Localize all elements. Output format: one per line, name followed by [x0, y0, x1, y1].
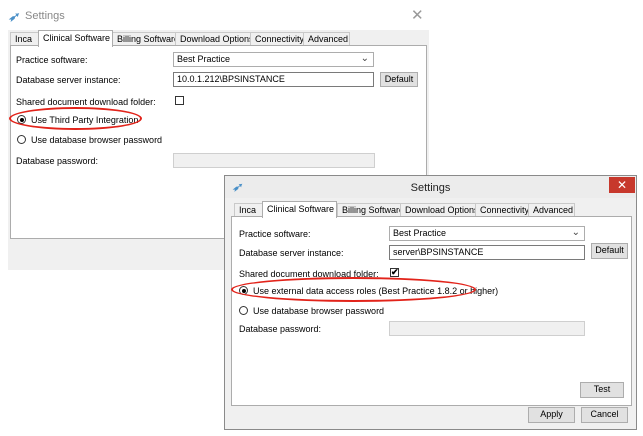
db-password-input: [389, 321, 585, 336]
tab-inca[interactable]: Inca: [234, 203, 263, 217]
shared-folder-checkbox[interactable]: ✔: [390, 268, 399, 277]
browser-password-label[interactable]: Use database browser password: [31, 135, 162, 145]
close-icon: ✕: [616, 178, 628, 192]
tab-strip: Inca Clinical Software Billing Software …: [234, 201, 629, 218]
title-bar: [0, 0, 437, 30]
window-title: Settings: [25, 10, 65, 22]
browser-password-radio[interactable]: [17, 135, 26, 144]
browser-password-label[interactable]: Use database browser password: [253, 306, 384, 316]
db-instance-label: Database server instance:: [16, 75, 121, 85]
chevron-down-icon: ⌄: [360, 53, 369, 64]
practice-software-select[interactable]: Best Practice ⌄: [173, 52, 374, 67]
window-title: Settings: [410, 182, 451, 194]
db-password-label: Database password:: [239, 324, 322, 334]
highlight-ellipse: [231, 277, 476, 302]
practice-software-value: Best Practice: [177, 54, 231, 64]
test-button[interactable]: Test: [580, 382, 624, 398]
db-instance-input[interactable]: server\BPSINSTANCE: [389, 245, 585, 260]
practice-software-select[interactable]: Best Practice ⌄: [389, 226, 585, 241]
highlight-ellipse: [9, 107, 142, 130]
db-password-label: Database password:: [16, 156, 99, 166]
db-password-input: [173, 153, 375, 168]
shared-folder-label: Shared document download folder:: [16, 97, 156, 107]
tab-clinical-software[interactable]: Clinical Software: [262, 201, 337, 218]
db-instance-label: Database server instance:: [239, 248, 344, 258]
tab-advanced[interactable]: Advanced: [303, 32, 350, 46]
settings-window-front: ➶ Settings ✕ Inca Clinical Software Bill…: [224, 175, 637, 430]
apply-button[interactable]: Apply: [528, 407, 575, 423]
practice-software-label: Practice software:: [16, 55, 88, 65]
tab-download-options[interactable]: Download Options: [175, 32, 254, 46]
tab-advanced[interactable]: Advanced: [528, 203, 575, 217]
tab-clinical-software[interactable]: Clinical Software: [38, 30, 113, 47]
practice-software-label: Practice software:: [239, 229, 311, 239]
tab-download-options[interactable]: Download Options: [400, 203, 479, 217]
tab-billing-software[interactable]: Billing Software: [337, 203, 404, 217]
tab-connectivity[interactable]: Connectivity: [475, 203, 530, 217]
tab-connectivity[interactable]: Connectivity: [250, 32, 305, 46]
browser-password-radio[interactable]: [239, 306, 248, 315]
practice-software-value: Best Practice: [393, 228, 447, 238]
db-instance-input[interactable]: 10.0.1.212\BPSINSTANCE: [173, 72, 374, 87]
cancel-button[interactable]: Cancel: [581, 407, 628, 423]
default-button[interactable]: Default: [591, 243, 628, 259]
tab-billing-software[interactable]: Billing Software: [112, 32, 179, 46]
close-button[interactable]: ✕: [609, 177, 635, 193]
tab-inca[interactable]: Inca: [10, 32, 39, 46]
shared-folder-checkbox[interactable]: [175, 96, 184, 105]
chevron-down-icon: ⌄: [571, 227, 580, 238]
close-icon[interactable]: ✕: [411, 8, 424, 23]
tab-strip: Inca Clinical Software Billing Software …: [10, 30, 427, 47]
default-button[interactable]: Default: [380, 72, 418, 87]
